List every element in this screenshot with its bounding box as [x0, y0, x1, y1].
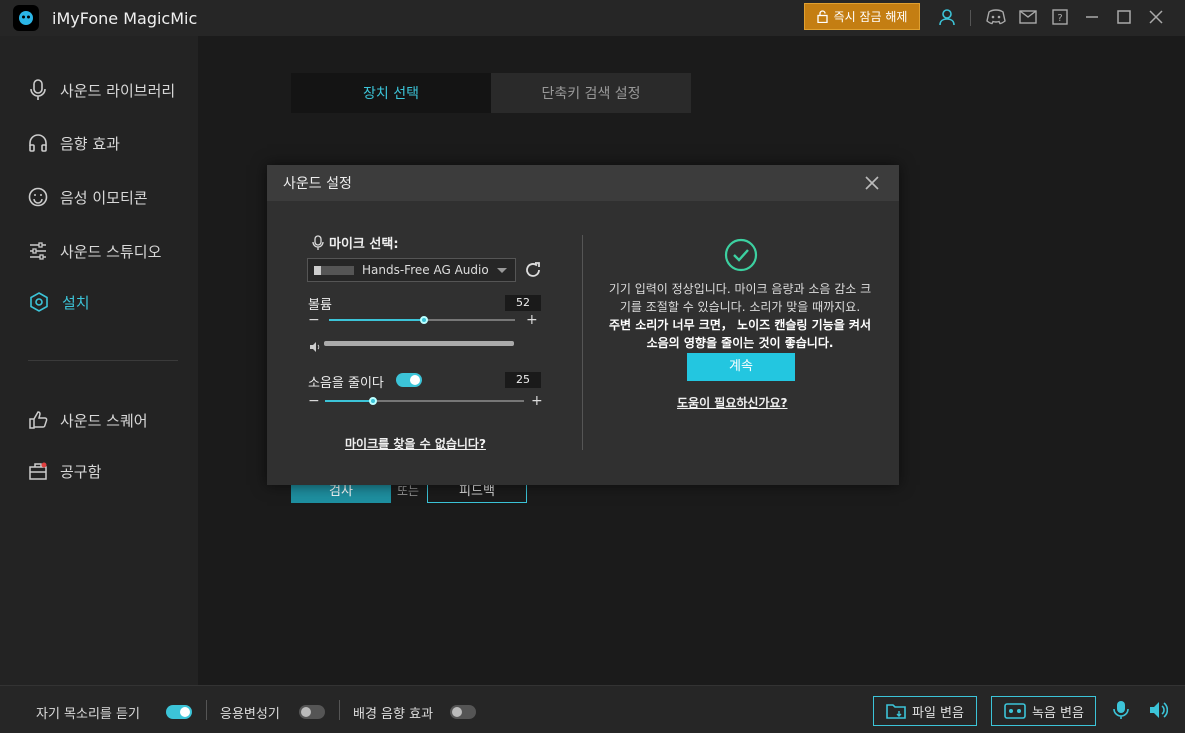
- sliders-icon: [30, 242, 46, 260]
- microphone-icon[interactable]: [1112, 700, 1132, 720]
- thumbs-up-icon: [29, 411, 48, 429]
- microphone-icon: [312, 234, 324, 250]
- noise-slider-fill: [325, 400, 375, 402]
- check-circle-icon: [724, 238, 758, 272]
- speaker-icon[interactable]: [1148, 700, 1169, 720]
- bg-effect-toggle[interactable]: [450, 705, 476, 719]
- toolbox-icon: [29, 462, 47, 480]
- noise-decrease-button[interactable]: −: [308, 394, 320, 408]
- mic-select-label: 마이크 선택:: [311, 233, 399, 252]
- noise-increase-button[interactable]: +: [531, 394, 543, 408]
- titlebar-separator: [970, 10, 971, 26]
- noise-reduction-label: 소음을 줄이다: [308, 376, 384, 391]
- noise-slider-handle[interactable]: [369, 397, 377, 405]
- tab-device-select[interactable]: 장치 선택: [291, 73, 491, 113]
- sidebar-item-label: 음성 이모티콘: [60, 188, 148, 207]
- file-voice-change-button[interactable]: 파일 변음: [873, 696, 977, 726]
- mic-not-found-link[interactable]: 마이크를 찾을 수 없습니다?: [345, 435, 486, 452]
- hear-self-label: 자기 목소리를 듣기: [36, 707, 140, 722]
- continue-button[interactable]: 계속: [687, 353, 795, 381]
- bottom-separator: [339, 700, 340, 720]
- volume-slider-fill: [329, 319, 426, 321]
- sidebar-item-settings[interactable]: 설치: [28, 289, 90, 315]
- folder-icon: [886, 704, 906, 719]
- volume-value: 52: [505, 295, 541, 311]
- volume-label: 볼륨: [308, 298, 332, 313]
- app-logo-icon: [13, 5, 39, 31]
- speaker-icon: [309, 338, 321, 352]
- help-icon[interactable]: ?: [1050, 7, 1070, 27]
- hear-self-toggle[interactable]: [166, 705, 192, 719]
- bottom-separator: [206, 700, 207, 720]
- smiley-icon: [28, 187, 48, 207]
- sidebar-item-label: 공구함: [60, 462, 102, 481]
- app-window: iMyFone MagicMic 즉시 잠금 해제 ? 사운드 라이브러리 음향…: [0, 0, 1185, 733]
- volume-increase-button[interactable]: +: [526, 313, 538, 327]
- sidebar-item-label: 음향 효과: [60, 134, 120, 153]
- sidebar: 사운드 라이브러리 음향 효과 음성 이모티콘 사운드 스튜디오 설치 사운드 …: [0, 36, 198, 685]
- app-changer-label: 응용변성기: [220, 707, 280, 722]
- close-icon[interactable]: [863, 174, 881, 192]
- lock-icon: [816, 10, 828, 23]
- app-title: iMyFone MagicMic: [52, 8, 198, 28]
- sidebar-item-label: 사운드 라이브러리: [60, 81, 176, 100]
- cassette-icon: [1004, 703, 1026, 719]
- file-voice-change-label: 파일 변음: [912, 705, 964, 721]
- chevron-down-icon: [497, 268, 507, 273]
- maximize-icon[interactable]: [1114, 7, 1134, 27]
- minimize-icon[interactable]: [1082, 7, 1102, 27]
- help-link[interactable]: 도움이 필요하신가요?: [677, 394, 788, 411]
- sidebar-item-voice-emoticons[interactable]: 음성 이모티콘: [28, 184, 148, 210]
- record-voice-change-label: 녹음 변음: [1032, 705, 1084, 721]
- device-status-message: 기기 입력이 정상입니다. 마이크 음량과 소음 감소 크기를 조절할 수 있습…: [605, 280, 875, 352]
- mic-device-value: Hands-Free AG Audio: [362, 263, 489, 277]
- settings-icon: [30, 292, 48, 312]
- unlock-button[interactable]: 즉시 잠금 해제: [804, 3, 920, 30]
- noise-reduction-toggle[interactable]: [396, 373, 422, 387]
- sidebar-item-sound-square[interactable]: 사운드 스퀘어: [28, 407, 148, 433]
- dialog-header: 사운드 설정: [267, 165, 899, 201]
- bg-effect-label: 배경 음향 효과: [353, 707, 434, 722]
- tab-hotkey-settings[interactable]: 단축키 검색 설정: [491, 73, 691, 113]
- input-level-meter: [324, 341, 514, 346]
- headphones-icon: [29, 134, 47, 152]
- sound-settings-dialog: 사운드 설정 마이크 선택: Hands-Free AG Audio 볼륨 52…: [267, 165, 899, 485]
- sidebar-divider: [28, 360, 178, 361]
- volume-slider-handle[interactable]: [420, 316, 428, 324]
- status-text-normal: 기기 입력이 정상입니다. 마이크 음량과 소음 감소 크기를 조절할 수 있습…: [608, 282, 872, 314]
- noise-reduction-value: 25: [505, 372, 541, 388]
- app-changer-toggle[interactable]: [299, 705, 325, 719]
- mic-device-select[interactable]: Hands-Free AG Audio: [307, 258, 516, 282]
- mail-icon[interactable]: [1018, 7, 1038, 27]
- redacted-device-prefix: [314, 266, 354, 275]
- sidebar-item-toolbox[interactable]: 공구함: [28, 458, 101, 484]
- sidebar-item-label: 사운드 스퀘어: [60, 411, 148, 430]
- sidebar-item-sound-studio[interactable]: 사운드 스튜디오: [28, 238, 161, 264]
- record-voice-change-button[interactable]: 녹음 변음: [991, 696, 1096, 726]
- dialog-title: 사운드 설정: [283, 176, 352, 192]
- status-text-tip: 주변 소리가 너무 크면， 노이즈 캔슬링 기능을 켜서 소음의 영향을 줄이는…: [608, 318, 872, 350]
- discord-icon[interactable]: [986, 7, 1006, 27]
- volume-decrease-button[interactable]: −: [308, 313, 320, 327]
- bottom-bar: 자기 목소리를 듣기 응용변성기 배경 음향 효과 파일 변음 녹음 변음: [0, 685, 1185, 733]
- dialog-divider: [582, 235, 583, 450]
- unlock-label: 즉시 잠금 해제: [833, 10, 908, 24]
- title-bar: iMyFone MagicMic 즉시 잠금 해제 ?: [0, 0, 1185, 36]
- svg-text:?: ?: [1057, 13, 1062, 24]
- user-icon[interactable]: [937, 7, 957, 27]
- refresh-icon[interactable]: [524, 261, 542, 279]
- microphone-icon: [30, 79, 46, 100]
- settings-tabs: 장치 선택 단축키 검색 설정: [291, 73, 691, 113]
- sidebar-item-sound-effects[interactable]: 음향 효과: [28, 130, 120, 156]
- close-window-icon[interactable]: [1146, 7, 1166, 27]
- mic-select-text: 마이크 선택:: [329, 237, 399, 252]
- sidebar-item-sound-library[interactable]: 사운드 라이브러리: [28, 77, 175, 103]
- sidebar-item-label: 사운드 스튜디오: [60, 242, 162, 261]
- sidebar-item-label: 설치: [62, 293, 90, 312]
